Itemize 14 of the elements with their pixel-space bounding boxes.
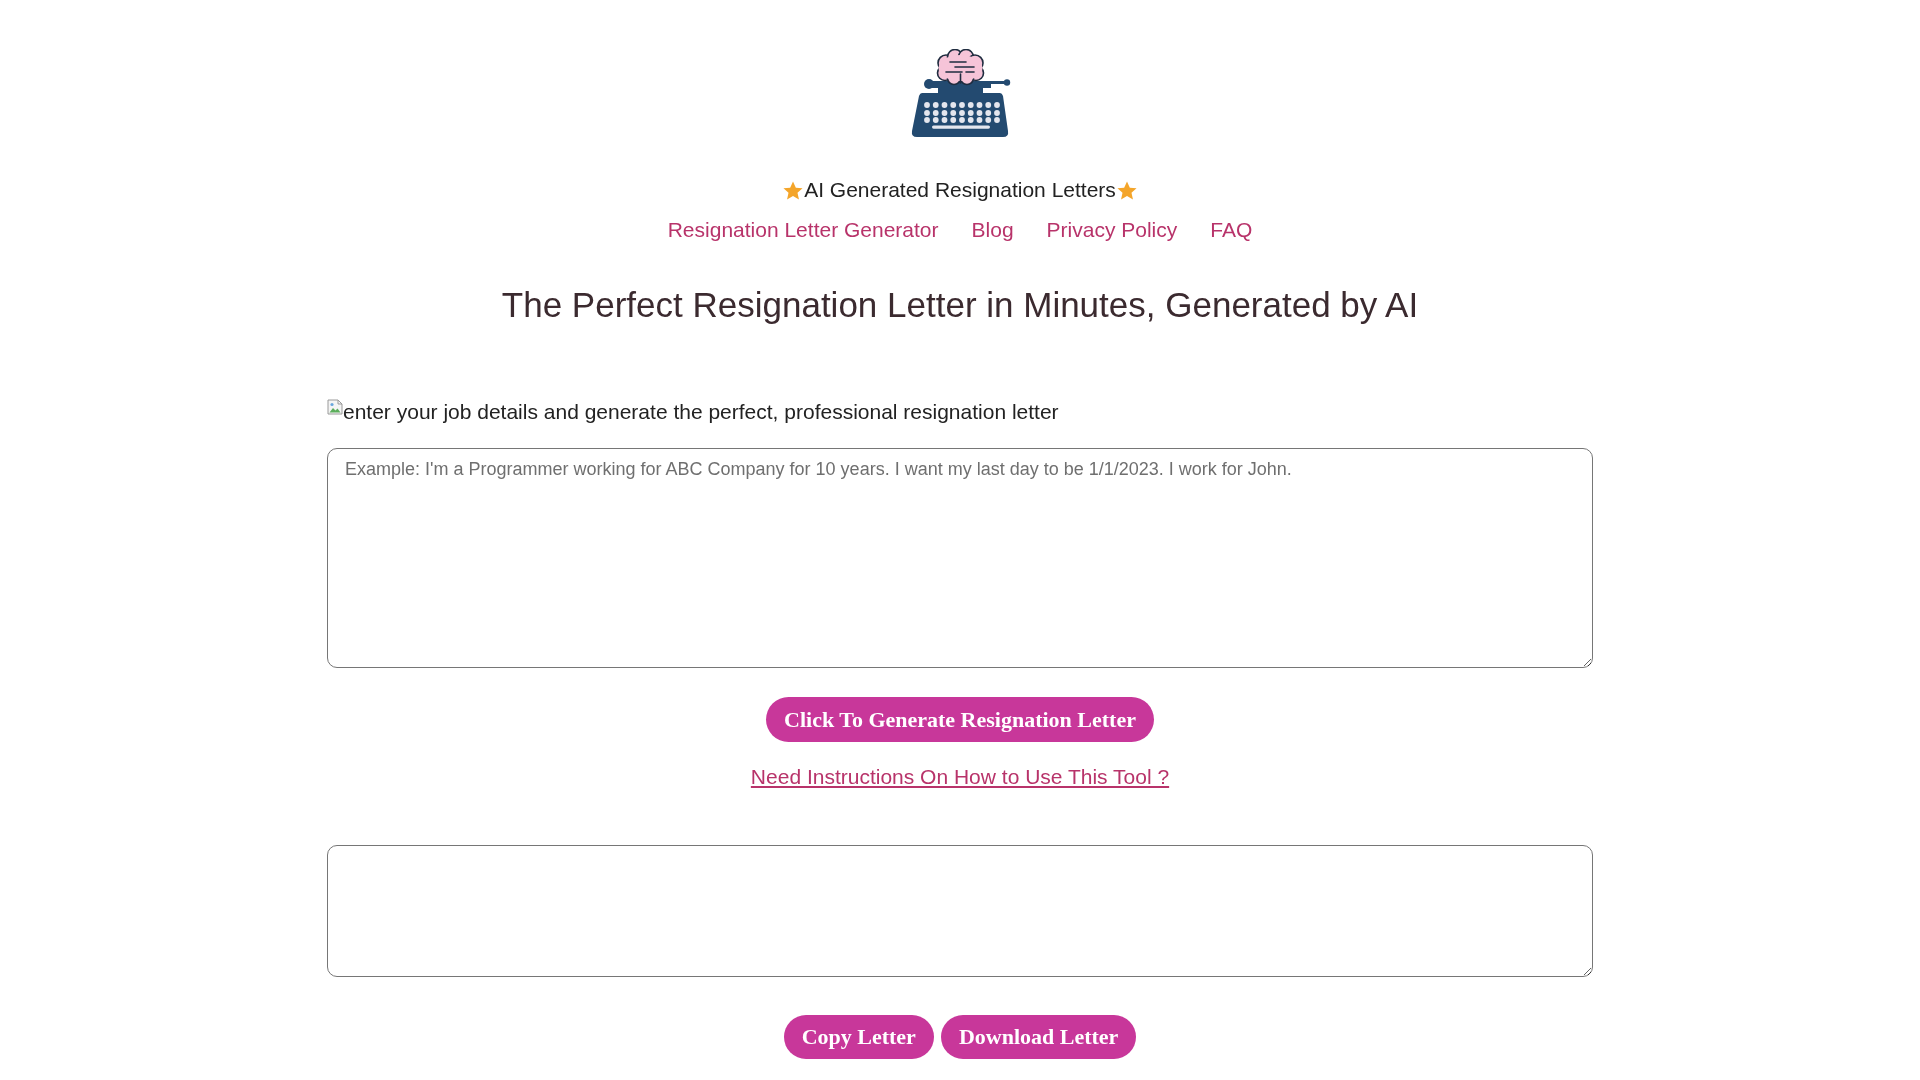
site-title: AI Generated Resignation Letters: [804, 178, 1116, 202]
nav-link[interactable]: Blog: [971, 218, 1014, 242]
letter-action-button[interactable]: Copy Letter: [783, 1015, 934, 1059]
nav-link[interactable]: FAQ: [1210, 218, 1253, 242]
nav-link[interactable]: Privacy Policy: [1046, 218, 1178, 242]
nav-link[interactable]: Resignation Letter Generator: [667, 218, 939, 242]
instructions-link[interactable]: Need Instructions On How to Use This Tool ?: [750, 765, 1170, 789]
letter-output-field[interactable]: [327, 845, 1593, 977]
generate-button[interactable]: Click To Generate Resignation Letter: [766, 697, 1154, 742]
image-alt-text: enter your job details and generate the perfect, professional resignation letter: [343, 399, 1059, 424]
broken-image-icon: [327, 399, 343, 415]
letter-action-button[interactable]: Download Letter: [940, 1015, 1137, 1059]
job-details-field[interactable]: Example: I'm a Programmer working for ABC Company for 10 years. I want my last day to be 1/1/2023. I work for John.: [327, 448, 1593, 668]
page-heading: The Perfect Resignation Letter in Minutes, Generated by AI: [501, 284, 1419, 326]
